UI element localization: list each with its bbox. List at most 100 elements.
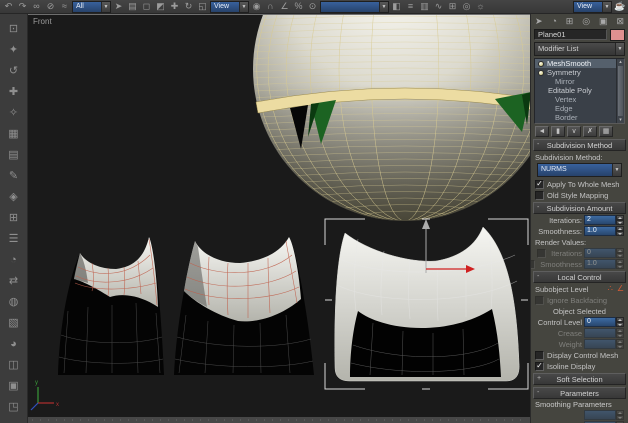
spinner-down-icon[interactable]	[616, 253, 624, 258]
curve-editor-icon[interactable]: ∿	[433, 2, 444, 11]
bind-to-space-warp-icon[interactable]: ≈	[59, 2, 70, 11]
tool-2-icon[interactable]: ✦	[2, 40, 26, 61]
modifier-list-dropdown[interactable]: Modifier List ▼	[534, 42, 625, 56]
tool-17-icon[interactable]: ◫	[2, 355, 26, 376]
dropdown-arrow-icon[interactable]: ▼	[602, 2, 611, 12]
viewport-label[interactable]: Front	[33, 17, 52, 26]
weight-spinner[interactable]	[584, 339, 624, 349]
object-name-field[interactable]: Plane01	[534, 29, 607, 40]
spinner-down-icon[interactable]	[616, 333, 624, 338]
viewport-canvas[interactable]: x y	[28, 15, 530, 423]
viewport-front[interactable]: x y Front	[28, 14, 530, 423]
edge-subobject-icon[interactable]: ∠	[617, 285, 624, 293]
hierarchy-tab-icon[interactable]: ⊞	[566, 17, 574, 26]
stack-item-editable-poly[interactable]: Editable Poly	[535, 86, 624, 95]
tool-3-icon[interactable]: ↺	[2, 61, 26, 82]
select-and-move-icon[interactable]: ✚	[169, 2, 180, 11]
old-style-mapping-checkbox[interactable]	[535, 191, 544, 200]
percent-snap-icon[interactable]: %	[293, 2, 304, 11]
smoothness-spinner[interactable]: 1.0	[584, 226, 624, 236]
tool-15-icon[interactable]: ▧	[2, 313, 26, 334]
snap-toggle-icon[interactable]: ∩	[265, 2, 276, 11]
tool-11-icon[interactable]: ☰	[2, 229, 26, 250]
isoline-display-checkbox[interactable]	[535, 362, 544, 371]
tool-5-icon[interactable]: ✧	[2, 103, 26, 124]
tool-19-icon[interactable]: ◳	[2, 397, 26, 418]
select-and-link-icon[interactable]: ∞	[31, 2, 42, 11]
display-control-mesh-checkbox[interactable]	[535, 351, 544, 360]
control-level-spinner[interactable]: 0	[584, 317, 624, 327]
selection-filter-dropdown[interactable]: All ▼	[72, 1, 111, 13]
window-crossing-icon[interactable]: ◩	[155, 2, 166, 11]
tool-13-icon[interactable]: ⇄	[2, 271, 26, 292]
object-color-swatch[interactable]	[610, 29, 625, 41]
tool-1-icon[interactable]: ⊡	[2, 19, 26, 40]
spinner-down-icon[interactable]	[616, 322, 624, 327]
select-and-rotate-icon[interactable]: ↻	[183, 2, 194, 11]
rollout-local-control[interactable]: - Local Control	[533, 271, 626, 283]
tool-18-icon[interactable]: ▣	[2, 376, 26, 397]
spinner-down-icon[interactable]	[616, 415, 624, 420]
stack-scrollbar[interactable]: ▴ ▾	[616, 59, 624, 123]
make-unique-icon[interactable]: ∨	[567, 126, 581, 137]
vertex-subobject-icon[interactable]: ∴	[608, 285, 613, 293]
tool-6-icon[interactable]: ▦	[2, 124, 26, 145]
spinner-down-icon[interactable]	[616, 344, 624, 349]
layer-manager-icon[interactable]: ▥	[419, 2, 430, 11]
smoothness-value[interactable]: 1.0	[584, 226, 616, 236]
render-iterations-spinner[interactable]: 0	[584, 248, 624, 258]
render-teapot-icon[interactable]: ☕	[614, 2, 625, 11]
stack-item-mirror[interactable]: Mirror	[535, 77, 624, 86]
apply-to-whole-mesh-checkbox[interactable]	[535, 180, 544, 189]
unlink-selection-icon[interactable]: ⊘	[45, 2, 56, 11]
spinner-down-icon[interactable]	[616, 220, 624, 225]
named-selection-set-dropdown[interactable]: ▼	[320, 1, 389, 13]
spinner-snap-icon[interactable]: ⊙	[307, 2, 318, 11]
tool-12-icon[interactable]: ◔	[2, 250, 26, 271]
select-object-icon[interactable]: ➤	[113, 2, 124, 11]
angle-snap-icon[interactable]: ∠	[279, 2, 290, 11]
tool-14-icon[interactable]: ◍	[2, 292, 26, 313]
smoothing-spinner-1[interactable]	[584, 410, 624, 420]
subdivision-method-dropdown[interactable]: NURMS ▼	[537, 163, 622, 177]
scroll-thumb[interactable]	[618, 66, 623, 116]
display-tab-icon[interactable]: ▣	[599, 17, 608, 26]
tool-7-icon[interactable]: ▤	[2, 145, 26, 166]
render-iterations-checkbox[interactable]	[537, 249, 546, 258]
iterations-value[interactable]: 2	[584, 215, 616, 225]
show-end-result-icon[interactable]: ▮	[551, 126, 565, 137]
dropdown-arrow-icon[interactable]: ▼	[101, 2, 110, 12]
align-icon[interactable]: ≡	[405, 2, 416, 11]
modify-tab-icon[interactable]: ◔	[551, 17, 556, 26]
configure-modifier-sets-icon[interactable]: ▦	[599, 126, 613, 137]
stack-item-edge[interactable]: Edge	[535, 104, 624, 113]
schematic-view-icon[interactable]: ⊞	[447, 2, 458, 11]
remove-modifier-icon[interactable]: ✗	[583, 126, 597, 137]
tool-9-icon[interactable]: ◈	[2, 187, 26, 208]
rollout-soft-selection[interactable]: + Soft Selection	[533, 373, 626, 385]
dropdown-arrow-icon[interactable]: ▼	[612, 164, 621, 176]
redo-icon[interactable]: ↷	[17, 2, 28, 11]
iterations-spinner[interactable]: 2	[584, 215, 624, 225]
render-smoothness-checkbox[interactable]	[530, 260, 535, 269]
spinner-down-icon[interactable]	[616, 231, 624, 236]
render-setup-icon[interactable]: ☼	[475, 2, 486, 11]
visibility-bulb-icon[interactable]	[538, 61, 544, 67]
use-center-icon[interactable]: ◉	[251, 2, 262, 11]
scroll-down-icon[interactable]: ▾	[619, 117, 622, 123]
motion-tab-icon[interactable]: ◎	[582, 17, 590, 26]
rollout-subdivision-amount[interactable]: - Subdivision Amount	[533, 202, 626, 214]
reference-coordinate-dropdown[interactable]: View ▼	[210, 1, 249, 13]
render-view-dropdown[interactable]: View ▼	[573, 1, 612, 13]
ignore-backfacing-checkbox[interactable]	[535, 296, 544, 305]
rollout-subdivision-method[interactable]: - Subdivision Method	[533, 139, 626, 151]
visibility-bulb-icon[interactable]	[538, 70, 544, 76]
rollout-parameters[interactable]: - Parameters	[533, 387, 626, 399]
selection-region-icon[interactable]: ◻	[141, 2, 152, 11]
select-by-name-icon[interactable]: ▤	[127, 2, 138, 11]
material-editor-icon[interactable]: ◎	[461, 2, 472, 11]
stack-item-border[interactable]: Border	[535, 113, 624, 122]
tool-4-icon[interactable]: ✚	[2, 82, 26, 103]
smooth-object-selected[interactable]	[335, 227, 519, 381]
dropdown-arrow-icon[interactable]: ▼	[239, 2, 248, 12]
